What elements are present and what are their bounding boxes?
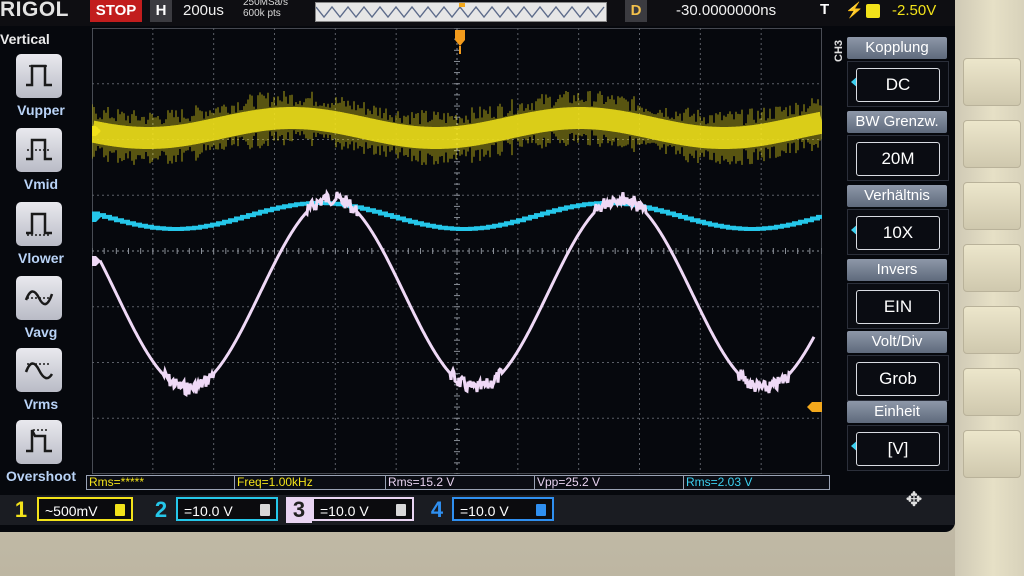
coupling-button[interactable]: DC bbox=[847, 61, 949, 107]
acquisition-info: 250MSa/s 600k pts bbox=[243, 0, 303, 19]
volts-div-title: Volt/Div bbox=[847, 331, 947, 353]
invert-title: Invers bbox=[847, 259, 947, 281]
channel-4-scale-button[interactable]: =10.0 V bbox=[452, 497, 554, 521]
measurement-text: Rms=2.03 V bbox=[686, 475, 753, 489]
menu-label: Vupper bbox=[17, 102, 65, 118]
horizontal-delay[interactable]: -30.0000000ns bbox=[676, 2, 776, 19]
probe-ratio-value: 10X bbox=[856, 216, 940, 250]
menu-item-vmid[interactable]: Vmid bbox=[4, 128, 86, 198]
channel-3-scale-button[interactable]: =10.0 V bbox=[312, 497, 414, 521]
unit-title: Einheit bbox=[847, 401, 947, 423]
bandwidth-limit-icon bbox=[536, 504, 546, 516]
overshoot-icon bbox=[16, 420, 62, 464]
menu-title: Vertical bbox=[0, 31, 50, 47]
menu-label: Vlower bbox=[18, 250, 64, 266]
delay-mode-badge: D bbox=[625, 0, 647, 22]
trigger-type: T bbox=[820, 1, 830, 18]
invert-value: EIN bbox=[856, 290, 940, 324]
channel-4-scale: =10.0 V bbox=[460, 503, 509, 519]
bandwidth-limit-title: BW Grenzw. bbox=[847, 111, 947, 133]
coupling-title: Kopplung bbox=[847, 37, 947, 59]
channel-1-number: 1 bbox=[14, 497, 28, 522]
navigation-icon[interactable]: ✥ bbox=[895, 487, 933, 513]
bandwidth-limit-icon bbox=[396, 504, 406, 516]
measurement-vpp[interactable]: Vpp=25.2 V bbox=[534, 475, 684, 490]
volts-div-button[interactable]: Grob bbox=[847, 355, 949, 401]
vavg-icon bbox=[16, 276, 62, 320]
channel-2-number: 2 bbox=[154, 497, 168, 522]
measurement-freq[interactable]: Freq=1.00kHz bbox=[234, 475, 386, 490]
menu-label: Vrms bbox=[23, 396, 59, 412]
bandwidth-limit-icon bbox=[115, 504, 125, 516]
channel-settings-menu: Kopplung DC BW Grenzw. 20M Verhältnis 10… bbox=[842, 33, 952, 483]
measurement-rms-ch3[interactable]: Rms=15.2 V bbox=[385, 475, 535, 490]
coupling-value: DC bbox=[856, 68, 940, 102]
menu-item-overshoot[interactable]: Overshoot bbox=[4, 420, 86, 490]
channel-1-scale-button[interactable]: ~500mV bbox=[37, 497, 133, 521]
channel-3-number: 3 bbox=[286, 497, 312, 523]
oscilloscope-screen: RIGOL STOP H 200us 250MSa/s 600k pts D -… bbox=[0, 0, 955, 532]
menu-label: Vavg bbox=[24, 324, 58, 340]
vupper-icon bbox=[16, 54, 62, 98]
menu-label: Vmid bbox=[23, 176, 59, 192]
channel-4-number: 4 bbox=[430, 497, 444, 522]
volts-div-value: Grob bbox=[856, 362, 940, 396]
trigger-level[interactable]: -2.50V bbox=[892, 2, 936, 19]
memory-depth: 600k pts bbox=[243, 8, 281, 19]
measurement-rms-ch1[interactable]: Rms=***** bbox=[86, 475, 235, 490]
menu-item-vupper[interactable]: Vupper bbox=[4, 54, 86, 124]
channel-3-marker bbox=[92, 256, 101, 266]
bandwidth-limit-icon bbox=[260, 504, 270, 516]
measurement-text: Rms=15.2 V bbox=[388, 475, 455, 489]
device-frame-right bbox=[955, 0, 1024, 576]
menu-item-vrms[interactable]: Vrms bbox=[4, 348, 86, 418]
vertical-measure-menu: Vertical Vupper Vmid Vlower Vavg Vrms Ov… bbox=[0, 28, 86, 488]
measurement-rms-ch2[interactable]: Rms=2.03 V bbox=[683, 475, 830, 490]
vlower-icon bbox=[16, 202, 62, 246]
bandwidth-limit-value: 20M bbox=[856, 142, 940, 176]
brand-logo: RIGOL bbox=[0, 0, 69, 21]
unit-button[interactable]: [V] bbox=[847, 425, 949, 471]
sample-rate: 250MSa/s bbox=[243, 0, 289, 8]
status-bar: RIGOL STOP H 200us 250MSa/s 600k pts D -… bbox=[0, 0, 955, 26]
graticule-grid bbox=[92, 28, 822, 474]
channel-2-scale: =10.0 V bbox=[184, 503, 233, 519]
channel-3-scale: =10.0 V bbox=[320, 503, 369, 519]
measurement-text: Vpp=25.2 V bbox=[537, 475, 601, 489]
waveform-display[interactable] bbox=[92, 28, 822, 474]
trigger-source-icon bbox=[866, 4, 880, 18]
menu-item-vlower[interactable]: Vlower bbox=[4, 202, 86, 272]
probe-ratio-title: Verhältnis bbox=[847, 185, 947, 207]
channel-1-scale: ~500mV bbox=[45, 503, 98, 519]
vmid-icon bbox=[16, 128, 62, 172]
bandwidth-limit-button[interactable]: 20M bbox=[847, 135, 949, 181]
measurement-text: Freq=1.00kHz bbox=[237, 475, 313, 489]
invert-button[interactable]: EIN bbox=[847, 283, 949, 329]
channel-2-scale-button[interactable]: =10.0 V bbox=[176, 497, 278, 521]
trigger-slope-icon: ⚡ bbox=[845, 2, 864, 19]
measurement-text: Rms=***** bbox=[89, 475, 145, 489]
memory-overview-bar[interactable] bbox=[315, 2, 607, 22]
timebase-value[interactable]: 200us bbox=[183, 2, 224, 19]
run-state-badge[interactable]: STOP bbox=[90, 0, 142, 22]
menu-label: Overshoot bbox=[5, 468, 76, 484]
probe-ratio-button[interactable]: 10X bbox=[847, 209, 949, 255]
timebase-mode-badge: H bbox=[150, 0, 172, 22]
trigger-level-marker bbox=[807, 402, 822, 412]
vrms-icon bbox=[16, 348, 62, 392]
menu-item-vavg[interactable]: Vavg bbox=[4, 276, 86, 346]
unit-value: [V] bbox=[856, 432, 940, 466]
